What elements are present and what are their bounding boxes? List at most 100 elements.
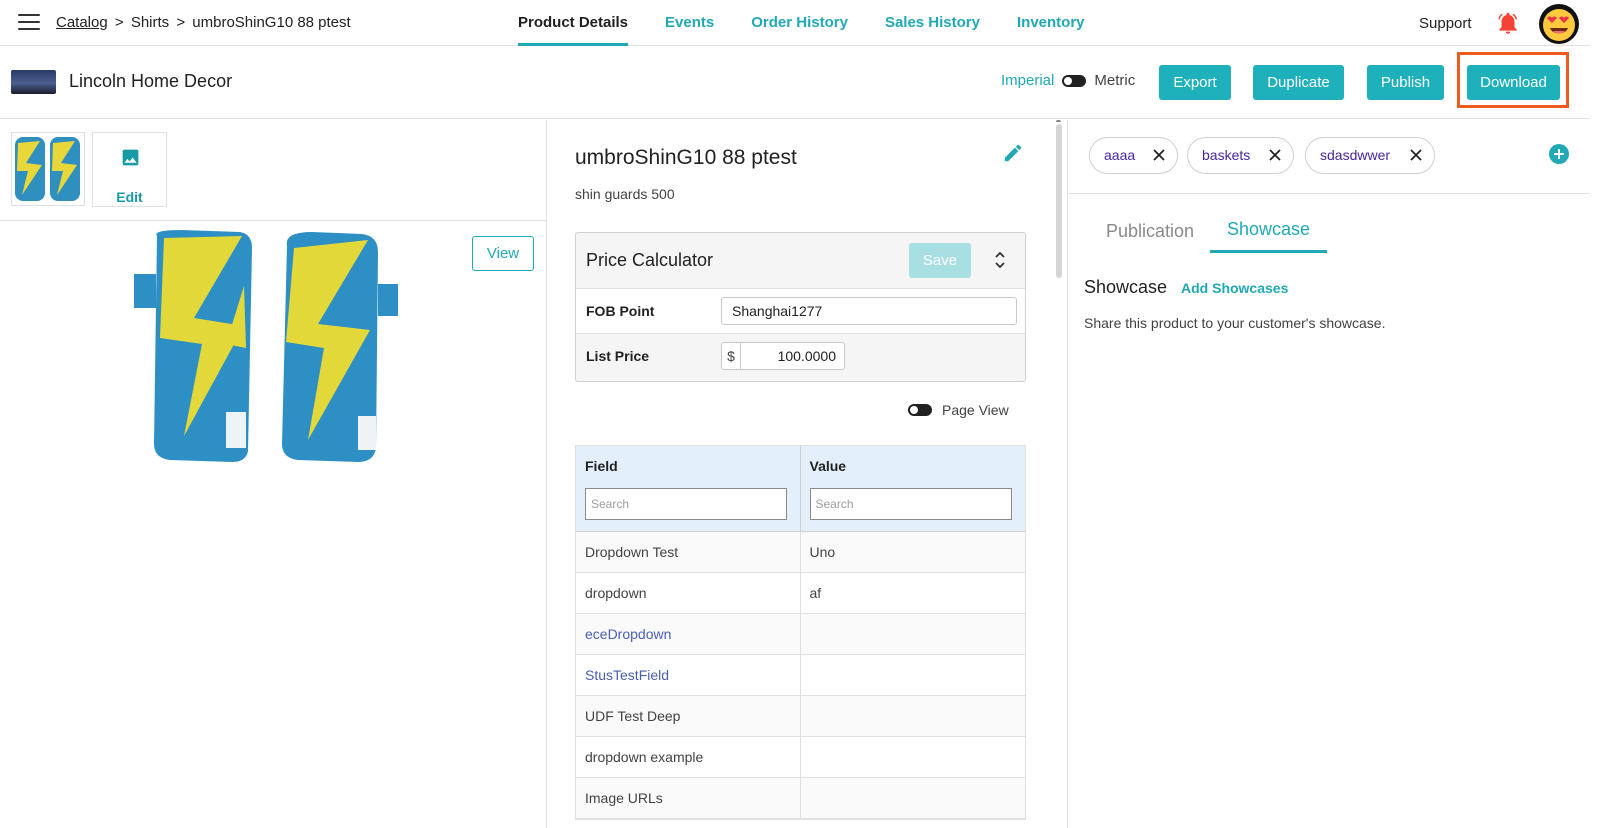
field-cell: Image URLs bbox=[576, 778, 801, 818]
export-button[interactable]: Export bbox=[1159, 65, 1231, 100]
value-cell[interactable] bbox=[801, 655, 1026, 695]
breadcrumb-current: umbroShinG10 88 ptest bbox=[192, 14, 351, 31]
value-cell[interactable] bbox=[801, 778, 1026, 818]
unit-metric-label[interactable]: Metric bbox=[1094, 72, 1135, 89]
close-icon[interactable] bbox=[1410, 149, 1422, 161]
value-cell[interactable]: Uno bbox=[801, 532, 1026, 572]
add-tag-icon[interactable] bbox=[1549, 144, 1569, 164]
field-table-header: Field Search Value Search bbox=[576, 446, 1025, 532]
company-name: Lincoln Home Decor bbox=[69, 71, 233, 91]
duplicate-button[interactable]: Duplicate bbox=[1253, 65, 1344, 100]
field-table-body: Dropdown Test Uno dropdown af eceDropdow… bbox=[576, 532, 1025, 819]
tag-label: aaaa bbox=[1104, 147, 1136, 163]
tag-label: sdasdwwer bbox=[1320, 147, 1391, 163]
page-view-switch[interactable] bbox=[908, 404, 932, 416]
shin-guard-thumbnail-image bbox=[15, 137, 80, 201]
top-nav: Catalog > Shirts > umbroShinG10 88 ptest… bbox=[0, 0, 1590, 46]
user-avatar[interactable] bbox=[1539, 4, 1579, 44]
field-column-header: Field Search bbox=[576, 446, 801, 531]
tab-publication[interactable]: Publication bbox=[1099, 216, 1201, 256]
table-row[interactable]: UDF Test Deep bbox=[576, 696, 1025, 737]
table-row[interactable]: dropdown af bbox=[576, 573, 1025, 614]
divider bbox=[0, 220, 547, 221]
scrollbar[interactable] bbox=[1056, 124, 1062, 278]
breadcrumb-separator: > bbox=[176, 14, 186, 31]
price-calculator: Price Calculator Save FOB Point Shanghai… bbox=[575, 232, 1026, 382]
tab-sales-history[interactable]: Sales History bbox=[885, 0, 980, 46]
value-search-input[interactable]: Search bbox=[809, 488, 1012, 520]
table-row[interactable]: Image URLs bbox=[576, 778, 1025, 819]
pencil-icon[interactable] bbox=[1002, 142, 1024, 164]
save-button[interactable]: Save bbox=[909, 243, 971, 278]
page-view-label: Page View bbox=[942, 402, 1009, 418]
value-cell[interactable] bbox=[801, 737, 1026, 777]
product-thumbnail[interactable] bbox=[11, 132, 85, 206]
image-panel: Edit View bbox=[0, 120, 547, 828]
product-title: umbroShinG10 88 ptest bbox=[575, 146, 797, 169]
unit-switch[interactable] bbox=[1062, 74, 1087, 87]
tag-list: aaaa baskets sdasdwwer bbox=[1069, 120, 1590, 194]
download-button[interactable]: Download bbox=[1467, 65, 1560, 100]
tab-product-details[interactable]: Product Details bbox=[518, 0, 629, 46]
table-row[interactable]: dropdown example bbox=[576, 737, 1025, 778]
unit-imperial-label[interactable]: Imperial bbox=[1001, 72, 1054, 89]
tag-chip[interactable]: baskets bbox=[1187, 137, 1294, 174]
product-main-image[interactable] bbox=[122, 226, 412, 466]
unit-toggle: Imperial Metric bbox=[1001, 72, 1135, 89]
main-tabs: Product Details Events Order History Sal… bbox=[518, 0, 1122, 46]
value-cell[interactable]: af bbox=[801, 573, 1026, 613]
tab-showcase[interactable]: Showcase bbox=[1210, 216, 1327, 253]
support-link[interactable]: Support bbox=[1419, 15, 1472, 32]
expand-collapse-icon[interactable] bbox=[993, 248, 1007, 272]
tab-order-history[interactable]: Order History bbox=[751, 0, 848, 46]
list-price-row: List Price $ 100.0000 bbox=[576, 334, 1025, 381]
value-column-header: Value Search bbox=[801, 446, 1026, 531]
company-logo bbox=[11, 70, 56, 94]
breadcrumb: Catalog > Shirts > umbroShinG10 88 ptest bbox=[56, 14, 351, 31]
showcase-description: Share this product to your customer's sh… bbox=[1084, 315, 1386, 331]
table-row[interactable]: StusTestField bbox=[576, 655, 1025, 696]
fob-point-label: FOB Point bbox=[586, 303, 655, 319]
tag-label: baskets bbox=[1202, 147, 1251, 163]
details-panel: ▲ umbroShinG10 88 ptest shin guards 500 … bbox=[548, 120, 1068, 828]
list-price-input[interactable]: $ 100.0000 bbox=[721, 342, 845, 370]
add-showcases-link[interactable]: Add Showcases bbox=[1181, 280, 1288, 296]
fob-point-input[interactable]: Shanghai1277 bbox=[721, 297, 1017, 325]
value-header-label: Value bbox=[809, 458, 847, 474]
field-table: Field Search Value Search Dropdown Test … bbox=[575, 445, 1026, 820]
page-view-toggle: Page View bbox=[908, 402, 1009, 418]
field-cell-link[interactable]: StusTestField bbox=[576, 655, 801, 695]
product-subtitle: shin guards 500 bbox=[575, 186, 675, 202]
field-cell: Dropdown Test bbox=[576, 532, 801, 572]
heart-eyes-emoji-icon bbox=[1543, 9, 1575, 41]
field-cell-link[interactable]: eceDropdown bbox=[576, 614, 801, 654]
currency-symbol: $ bbox=[722, 343, 741, 369]
notification-bell-icon[interactable] bbox=[1495, 10, 1521, 36]
menu-icon[interactable] bbox=[18, 14, 40, 32]
fob-point-row: FOB Point Shanghai1277 bbox=[576, 288, 1025, 334]
tag-chip[interactable]: aaaa bbox=[1089, 137, 1178, 174]
publish-button[interactable]: Publish bbox=[1367, 65, 1444, 100]
list-price-label: List Price bbox=[586, 348, 650, 364]
field-cell: dropdown bbox=[576, 573, 801, 613]
close-icon[interactable] bbox=[1269, 149, 1281, 161]
tags-showcase-panel: aaaa baskets sdasdwwer Publication Showc… bbox=[1069, 120, 1590, 828]
close-icon[interactable] bbox=[1153, 149, 1165, 161]
tag-chip[interactable]: sdasdwwer bbox=[1305, 137, 1435, 174]
price-calculator-title: Price Calculator bbox=[586, 250, 714, 270]
showcase-title: Showcase bbox=[1084, 277, 1168, 297]
breadcrumb-shirts[interactable]: Shirts bbox=[131, 14, 169, 31]
field-cell: dropdown example bbox=[576, 737, 801, 777]
value-cell[interactable] bbox=[801, 696, 1026, 736]
breadcrumb-separator: > bbox=[114, 14, 124, 31]
breadcrumb-catalog[interactable]: Catalog bbox=[56, 14, 108, 31]
table-row[interactable]: eceDropdown bbox=[576, 614, 1025, 655]
view-button[interactable]: View bbox=[472, 236, 534, 271]
value-cell[interactable] bbox=[801, 614, 1026, 654]
table-row[interactable]: Dropdown Test Uno bbox=[576, 532, 1025, 573]
image-icon bbox=[122, 149, 139, 166]
field-search-input[interactable]: Search bbox=[585, 488, 787, 520]
tab-inventory[interactable]: Inventory bbox=[1017, 0, 1085, 46]
tab-events[interactable]: Events bbox=[665, 0, 714, 46]
edit-images-tile[interactable]: Edit bbox=[92, 132, 167, 207]
